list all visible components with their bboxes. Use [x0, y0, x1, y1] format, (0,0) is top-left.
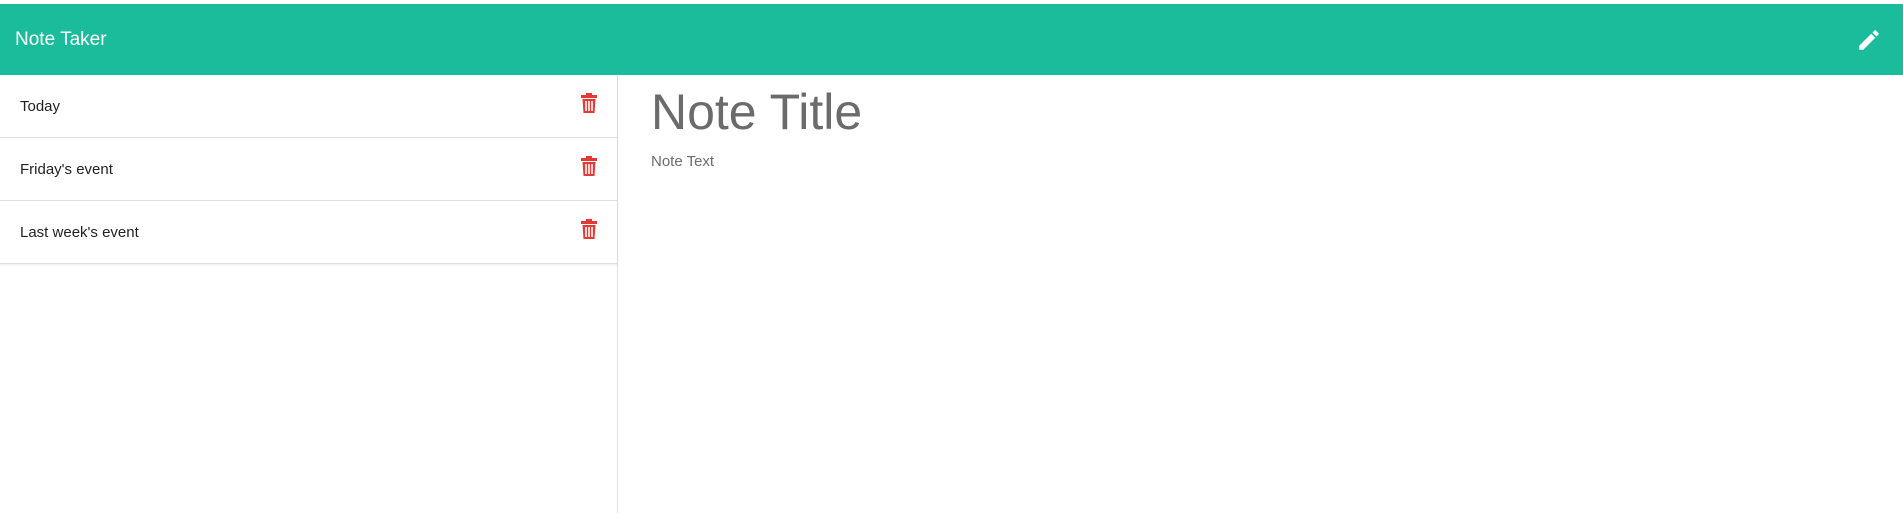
note-item-title: Last week's event: [20, 223, 139, 241]
list-item[interactable]: Last week's event: [0, 201, 617, 264]
delete-note-button[interactable]: [579, 155, 599, 177]
delete-note-button[interactable]: [579, 92, 599, 114]
note-list: Today Friday's event Last week's event: [0, 75, 617, 264]
delete-note-button[interactable]: [579, 218, 599, 240]
note-editor: [619, 75, 1903, 513]
trash-icon: [581, 93, 597, 113]
new-note-button[interactable]: [1853, 24, 1885, 56]
list-item[interactable]: Friday's event: [0, 138, 617, 201]
note-item-title: Friday's event: [20, 160, 113, 178]
trash-icon: [581, 219, 597, 239]
note-item-title: Today: [20, 97, 61, 115]
trash-icon: [581, 156, 597, 176]
navbar: Note Taker: [0, 4, 1903, 75]
note-title-input[interactable]: [651, 81, 1851, 143]
note-text-input[interactable]: [651, 153, 1851, 453]
pencil-icon: [1859, 29, 1879, 50]
list-item[interactable]: Today: [0, 75, 617, 138]
notes-sidebar: Today Friday's event Last week's event: [0, 75, 618, 513]
brand-link[interactable]: Note Taker: [15, 29, 107, 51]
